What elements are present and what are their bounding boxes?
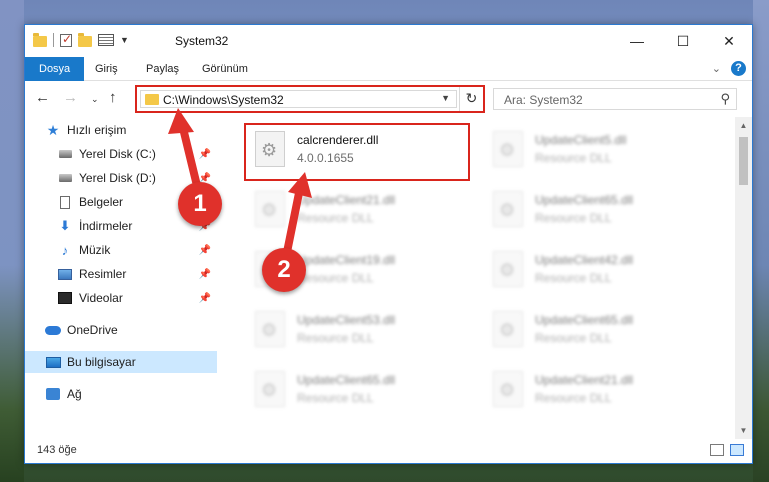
callout-2: 2 [262,248,306,292]
callout-1: 1 [178,182,222,226]
arrow-head-1 [168,108,194,134]
annotation-arrows [168,108,312,266]
arrow-head-2 [288,172,312,198]
